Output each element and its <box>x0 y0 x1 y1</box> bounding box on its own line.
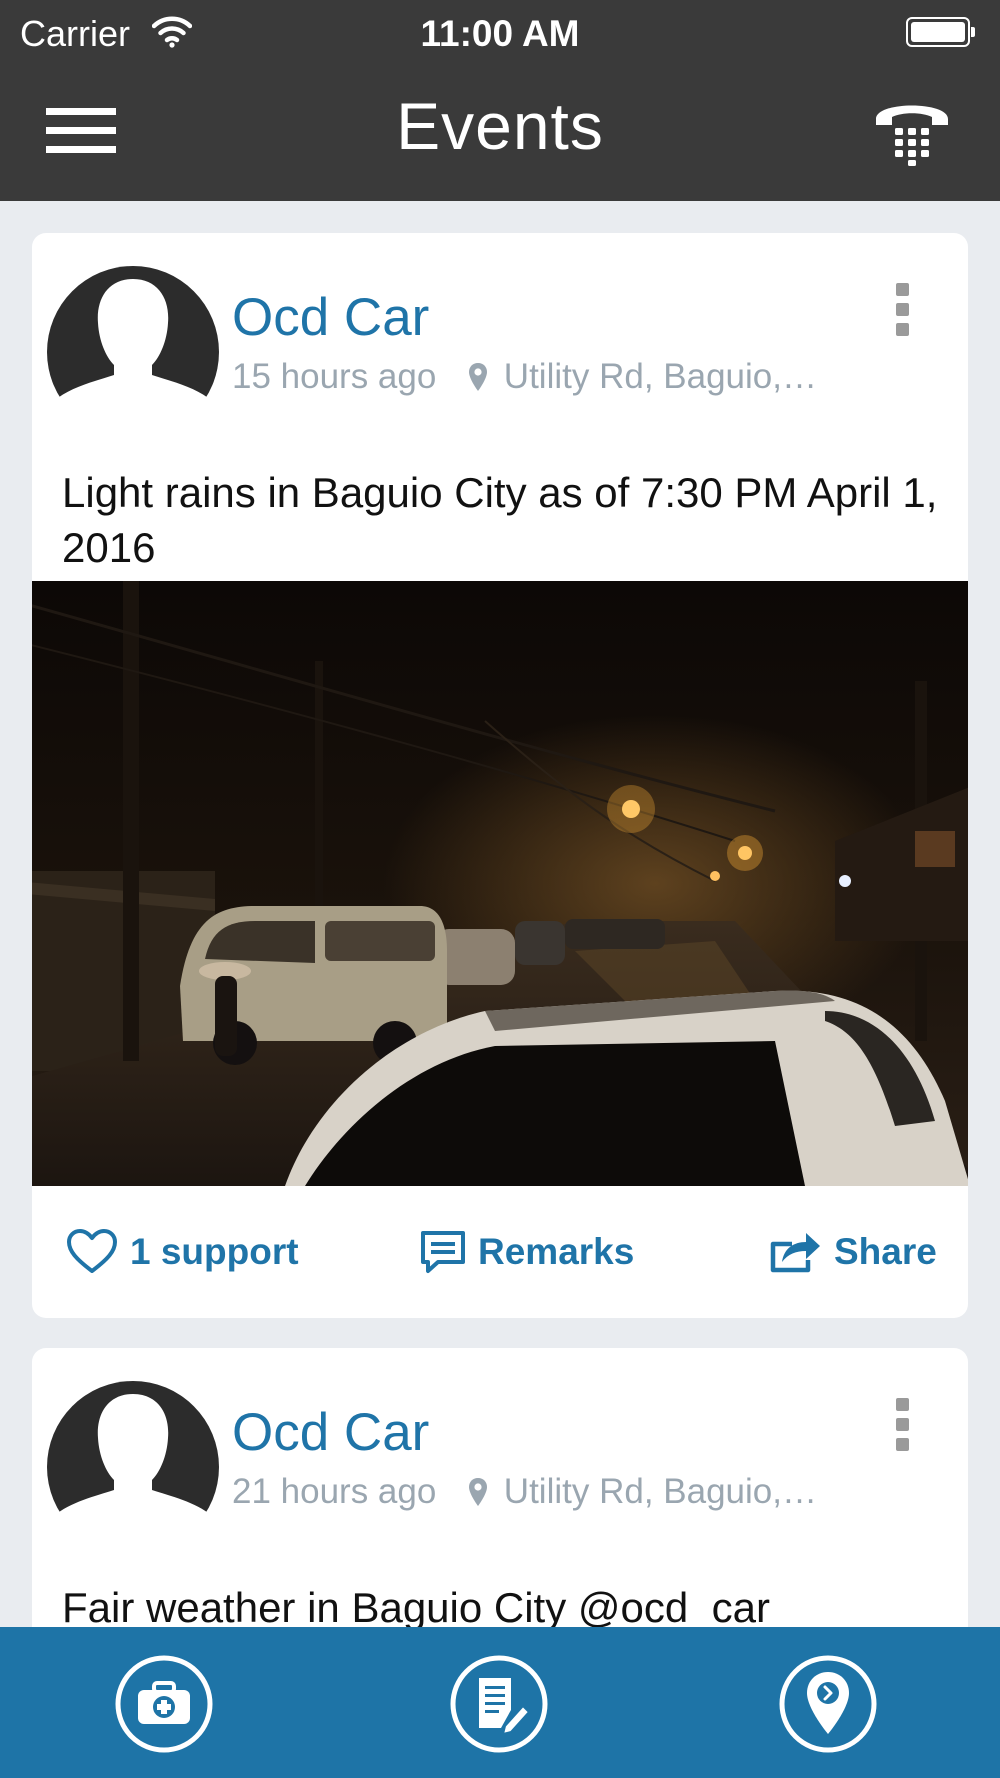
share-button[interactable]: Share <box>768 1186 937 1318</box>
event-card: Ocd Car 15 hours ago Utility Rd, Baguio,… <box>32 233 968 1318</box>
post-photo[interactable] <box>32 581 968 1186</box>
post-options-button[interactable] <box>896 1398 912 1452</box>
author-name[interactable]: Ocd Car <box>232 1402 429 1463</box>
first-aid-kit-icon[interactable] <box>114 1654 214 1754</box>
status-bar: Carrier 11:00 AM <box>0 0 1000 66</box>
location-pin-icon <box>469 363 488 391</box>
comment-icon <box>421 1231 465 1273</box>
post-location[interactable]: Utility Rd, Baguio,… <box>504 1472 817 1511</box>
post-time: 15 hours ago <box>232 357 437 396</box>
status-time: 11:00 AM <box>420 13 580 54</box>
heart-icon <box>67 1229 117 1273</box>
post-meta: 21 hours ago Utility Rd, Baguio,… <box>232 1472 817 1512</box>
author-name[interactable]: Ocd Car <box>232 287 429 348</box>
share-icon <box>770 1233 820 1273</box>
bottom-tab-bar <box>0 1627 1000 1778</box>
page-title: Events <box>396 89 604 163</box>
post-options-button[interactable] <box>896 283 912 337</box>
avatar[interactable] <box>46 1380 220 1525</box>
report-edit-icon[interactable] <box>449 1654 549 1754</box>
location-pin-icon[interactable] <box>778 1654 878 1754</box>
post-text: Fair weather in Baguio City @ocd_car <box>62 1584 770 1627</box>
avatar[interactable] <box>46 265 220 410</box>
support-button[interactable]: 1 support <box>66 1186 299 1318</box>
post-meta: 15 hours ago Utility Rd, Baguio,… <box>232 357 817 397</box>
top-bar: Carrier 11:00 AM Events <box>0 0 1000 201</box>
event-feed[interactable]: Ocd Car 15 hours ago Utility Rd, Baguio,… <box>0 201 1000 1627</box>
remarks-button[interactable]: Remarks <box>420 1186 634 1318</box>
post-actions: 1 support Remarks Share <box>32 1186 968 1318</box>
post-text: Light rains in Baguio City as of 7:30 PM… <box>62 469 938 571</box>
location-pin-icon <box>469 1478 488 1506</box>
battery-icon <box>906 17 975 47</box>
post-location[interactable]: Utility Rd, Baguio,… <box>504 357 817 396</box>
support-count: 1 support <box>130 1231 299 1272</box>
post-time: 21 hours ago <box>232 1472 437 1511</box>
phone-icon[interactable] <box>872 95 952 167</box>
event-card: Ocd Car 21 hours ago Utility Rd, Baguio,… <box>32 1348 968 1627</box>
share-label: Share <box>834 1231 937 1272</box>
remarks-label: Remarks <box>478 1231 635 1272</box>
